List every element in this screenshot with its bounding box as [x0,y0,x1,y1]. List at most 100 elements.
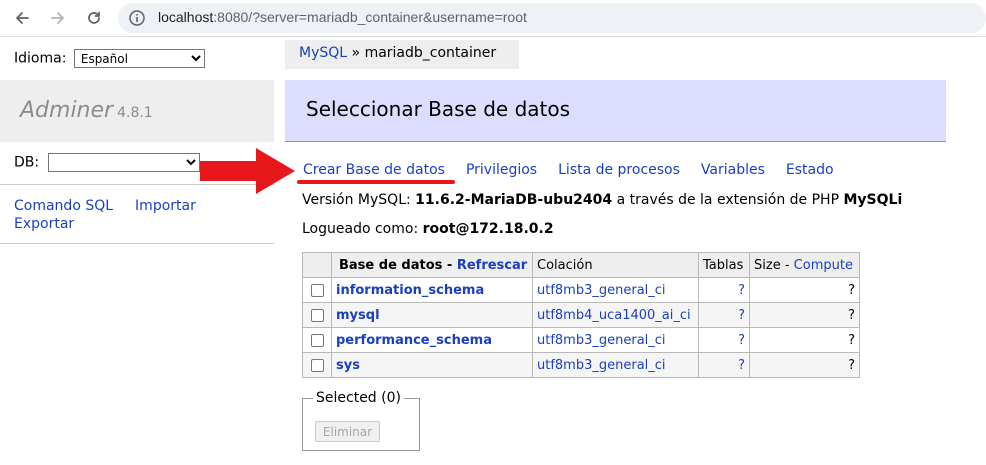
export-link[interactable]: Exportar [14,215,74,233]
selected-fieldset: Selected (0) Eliminar [302,390,420,451]
database-link[interactable]: sys [336,358,360,373]
page-header: Seleccionar Base de datos [285,80,946,142]
version-middle: a través de la extensión de PHP [616,192,840,208]
tables-link[interactable]: ? [738,333,745,348]
row-checkbox[interactable] [310,333,324,347]
header-separator: - [784,257,790,273]
compute-link[interactable]: Compute [794,258,853,273]
tables-column-header: Tablas [698,252,750,278]
database-name-cell: sys [331,352,533,378]
collation-cell: utf8mb3_general_ci [532,277,699,303]
table-header-row: Base de datos - Refrescar Colación Tabla… [302,252,860,278]
url-path: :8080/?server=mariadb_container&username… [213,9,527,25]
db-label: DB: [14,154,40,171]
database-name-cell: mysql [331,302,533,328]
size-cell: ? [749,352,860,378]
tables-cell: ? [698,327,750,353]
db-select[interactable] [47,153,200,172]
language-selector: Idioma: Español [14,49,205,68]
tables-cell: ? [698,302,750,328]
process-list-link[interactable]: Lista de procesos [558,162,680,178]
tables-cell: ? [698,277,750,303]
collation-cell: utf8mb4_uca1400_ai_ci [532,302,699,328]
app-logo[interactable]: Adminer 4.8.1 [20,98,153,123]
refresh-link[interactable]: Refrescar [457,258,527,273]
select-all-header [302,252,332,278]
privileges-link[interactable]: Privilegios [466,162,537,178]
database-column-header: Base de datos - Refrescar [331,252,533,278]
database-link[interactable]: performance_schema [336,333,492,348]
database-link[interactable]: mysql [336,308,380,323]
login-prefix: Logueado como: [302,221,419,237]
browser-toolbar: localhost:8080/?server=mariadb_container… [0,0,986,37]
server-menu: Crear Base de datos Privilegios Lista de p… [303,162,855,178]
arrow-right-icon[interactable] [46,6,70,30]
breadcrumb: MySQL » mariadb_container [285,40,519,69]
status-link[interactable]: Estado [786,162,834,178]
row-checkbox[interactable] [310,308,324,322]
php-extension: MySQLi [843,192,903,208]
collation-cell: utf8mb3_general_ci [532,352,699,378]
size-header-label: Size [754,257,781,273]
row-checkbox-cell [302,327,332,353]
table-row: performance_schema utf8mb3_general_ci ? … [302,327,860,353]
header-separator: - [446,257,453,273]
app-name[interactable]: Adminer [20,98,113,123]
row-checkbox-cell [302,277,332,303]
table-row: sys utf8mb3_general_ci ? ? [302,352,860,378]
sidebar-links: Comando SQL Importar Exportar [14,197,218,233]
database-name-cell: performance_schema [331,327,533,353]
row-checkbox-cell [302,352,332,378]
size-cell: ? [749,327,860,353]
databases-table: Base de datos - Refrescar Colación Tabla… [302,252,860,378]
version-line: Versión MySQL: 11.6.2-MariaDB-ubu2404 a … [302,192,902,208]
reload-icon[interactable] [82,6,106,30]
database-link[interactable]: information_schema [336,283,484,298]
row-checkbox[interactable] [310,283,324,297]
red-underline-annotation [297,180,455,184]
app-header: Adminer 4.8.1 [0,80,274,142]
database-name-cell: information_schema [331,277,533,303]
breadcrumb-separator: » [351,45,361,61]
logged-user: root@172.18.0.2 [422,221,554,237]
row-checkbox[interactable] [310,358,324,372]
row-checkbox-cell [302,302,332,328]
page-title: Seleccionar Base de datos [306,97,571,121]
tables-link[interactable]: ? [738,308,745,323]
collation-link[interactable]: utf8mb3_general_ci [537,333,666,348]
language-label: Idioma: [14,50,67,67]
import-link[interactable]: Importar [135,197,196,215]
login-line: Logueado como: root@172.18.0.2 [302,221,554,237]
table-row: mysql utf8mb4_uca1400_ai_ci ? ? [302,302,860,328]
sql-command-link[interactable]: Comando SQL [14,197,113,215]
collation-column-header: Colación [532,252,699,278]
collation-link[interactable]: utf8mb3_general_ci [537,358,666,373]
collation-cell: utf8mb3_general_ci [532,327,699,353]
sidebar-divider [0,243,274,244]
breadcrumb-driver-link[interactable]: MySQL [299,45,347,61]
size-cell: ? [749,302,860,328]
db-selector: DB: [14,153,200,172]
table-row: information_schema utf8mb3_general_ci ? … [302,277,860,303]
breadcrumb-server: mariadb_container [364,45,497,61]
collation-link[interactable]: utf8mb4_uca1400_ai_ci [537,308,691,323]
size-column-header: Size - Compute [749,252,860,278]
address-bar[interactable]: localhost:8080/?server=mariadb_container… [118,3,986,33]
size-cell: ? [749,277,860,303]
app-version: 4.8.1 [117,105,153,121]
tables-link[interactable]: ? [738,283,745,298]
info-icon[interactable] [127,8,147,28]
tables-cell: ? [698,352,750,378]
url-text: localhost:8080/?server=mariadb_container… [158,9,527,25]
version-prefix: Versión MySQL: [302,192,411,208]
variables-link[interactable]: Variables [701,162,765,178]
server-version: 11.6.2-MariaDB-ubu2404 [415,192,613,208]
language-select[interactable]: Español [73,49,205,68]
tables-link[interactable]: ? [738,358,745,373]
arrow-left-icon[interactable] [10,6,34,30]
create-database-link[interactable]: Crear Base de datos [303,162,445,178]
delete-button[interactable]: Eliminar [315,421,380,442]
url-host: localhost [158,9,214,25]
selected-count-legend: Selected (0) [313,390,404,406]
collation-link[interactable]: utf8mb3_general_ci [537,283,666,298]
